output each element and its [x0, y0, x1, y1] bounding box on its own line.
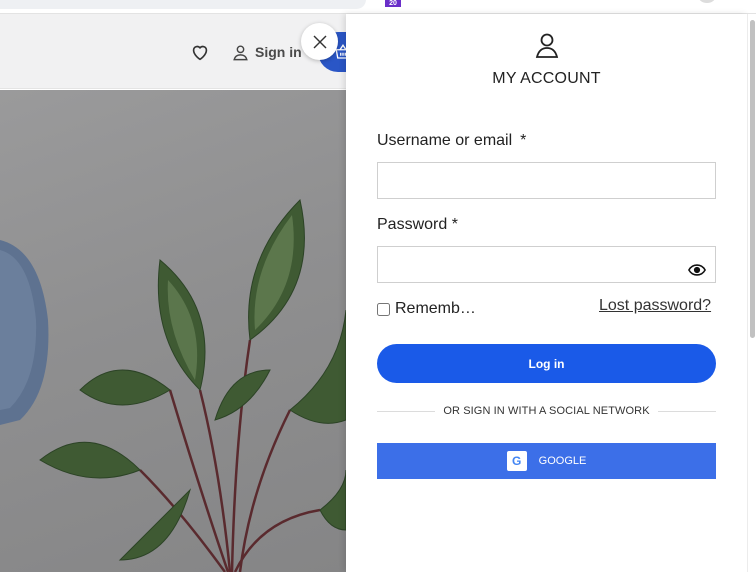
password-label: Password * [377, 216, 458, 234]
google-icon: G [506, 451, 527, 471]
google-button-label: GOOGLE [538, 455, 587, 467]
user-icon [233, 44, 248, 60]
hero-image [0, 90, 346, 572]
profile-icon[interactable] [699, 0, 715, 3]
password-input[interactable] [377, 246, 716, 283]
address-bar[interactable] [0, 0, 366, 9]
account-panel: MY ACCOUNT Username or email * Password *… [346, 14, 747, 572]
social-divider: OR SIGN IN WITH A SOCIAL NETWORK [377, 405, 717, 417]
username-input[interactable] [377, 162, 716, 199]
login-button[interactable]: Log in [377, 344, 716, 383]
close-icon [313, 35, 326, 48]
remember-me[interactable]: Rememb… [377, 300, 476, 318]
remember-checkbox[interactable] [377, 302, 390, 316]
divider-line [377, 410, 436, 412]
password-label-text: Password [377, 216, 448, 233]
username-label-text: Username or email [377, 132, 513, 149]
divider-line [657, 410, 717, 412]
lost-password-link[interactable]: Lost password? [599, 297, 711, 315]
extension-badge[interactable]: 20 [385, 0, 401, 7]
close-panel-button[interactable] [301, 23, 338, 60]
required-marker: * [520, 132, 527, 149]
required-marker: * [451, 216, 458, 233]
signin-link[interactable]: Sign in [231, 41, 302, 63]
scrollbar[interactable] [747, 14, 756, 572]
browser-toolbar: 20 [0, 0, 756, 14]
scrollbar-thumb[interactable] [750, 20, 755, 338]
google-signin-button[interactable]: G GOOGLE [377, 443, 716, 479]
user-icon [535, 33, 558, 58]
remember-label: Rememb… [395, 300, 476, 317]
username-label: Username or email * [377, 132, 526, 150]
panel-title: MY ACCOUNT [492, 70, 601, 87]
heart-icon[interactable] [189, 41, 211, 63]
panel-header: MY ACCOUNT [346, 32, 747, 88]
social-divider-text: OR SIGN IN WITH A SOCIAL NETWORK [443, 405, 650, 417]
signin-label: Sign in [255, 44, 302, 60]
eye-icon[interactable] [688, 264, 706, 276]
